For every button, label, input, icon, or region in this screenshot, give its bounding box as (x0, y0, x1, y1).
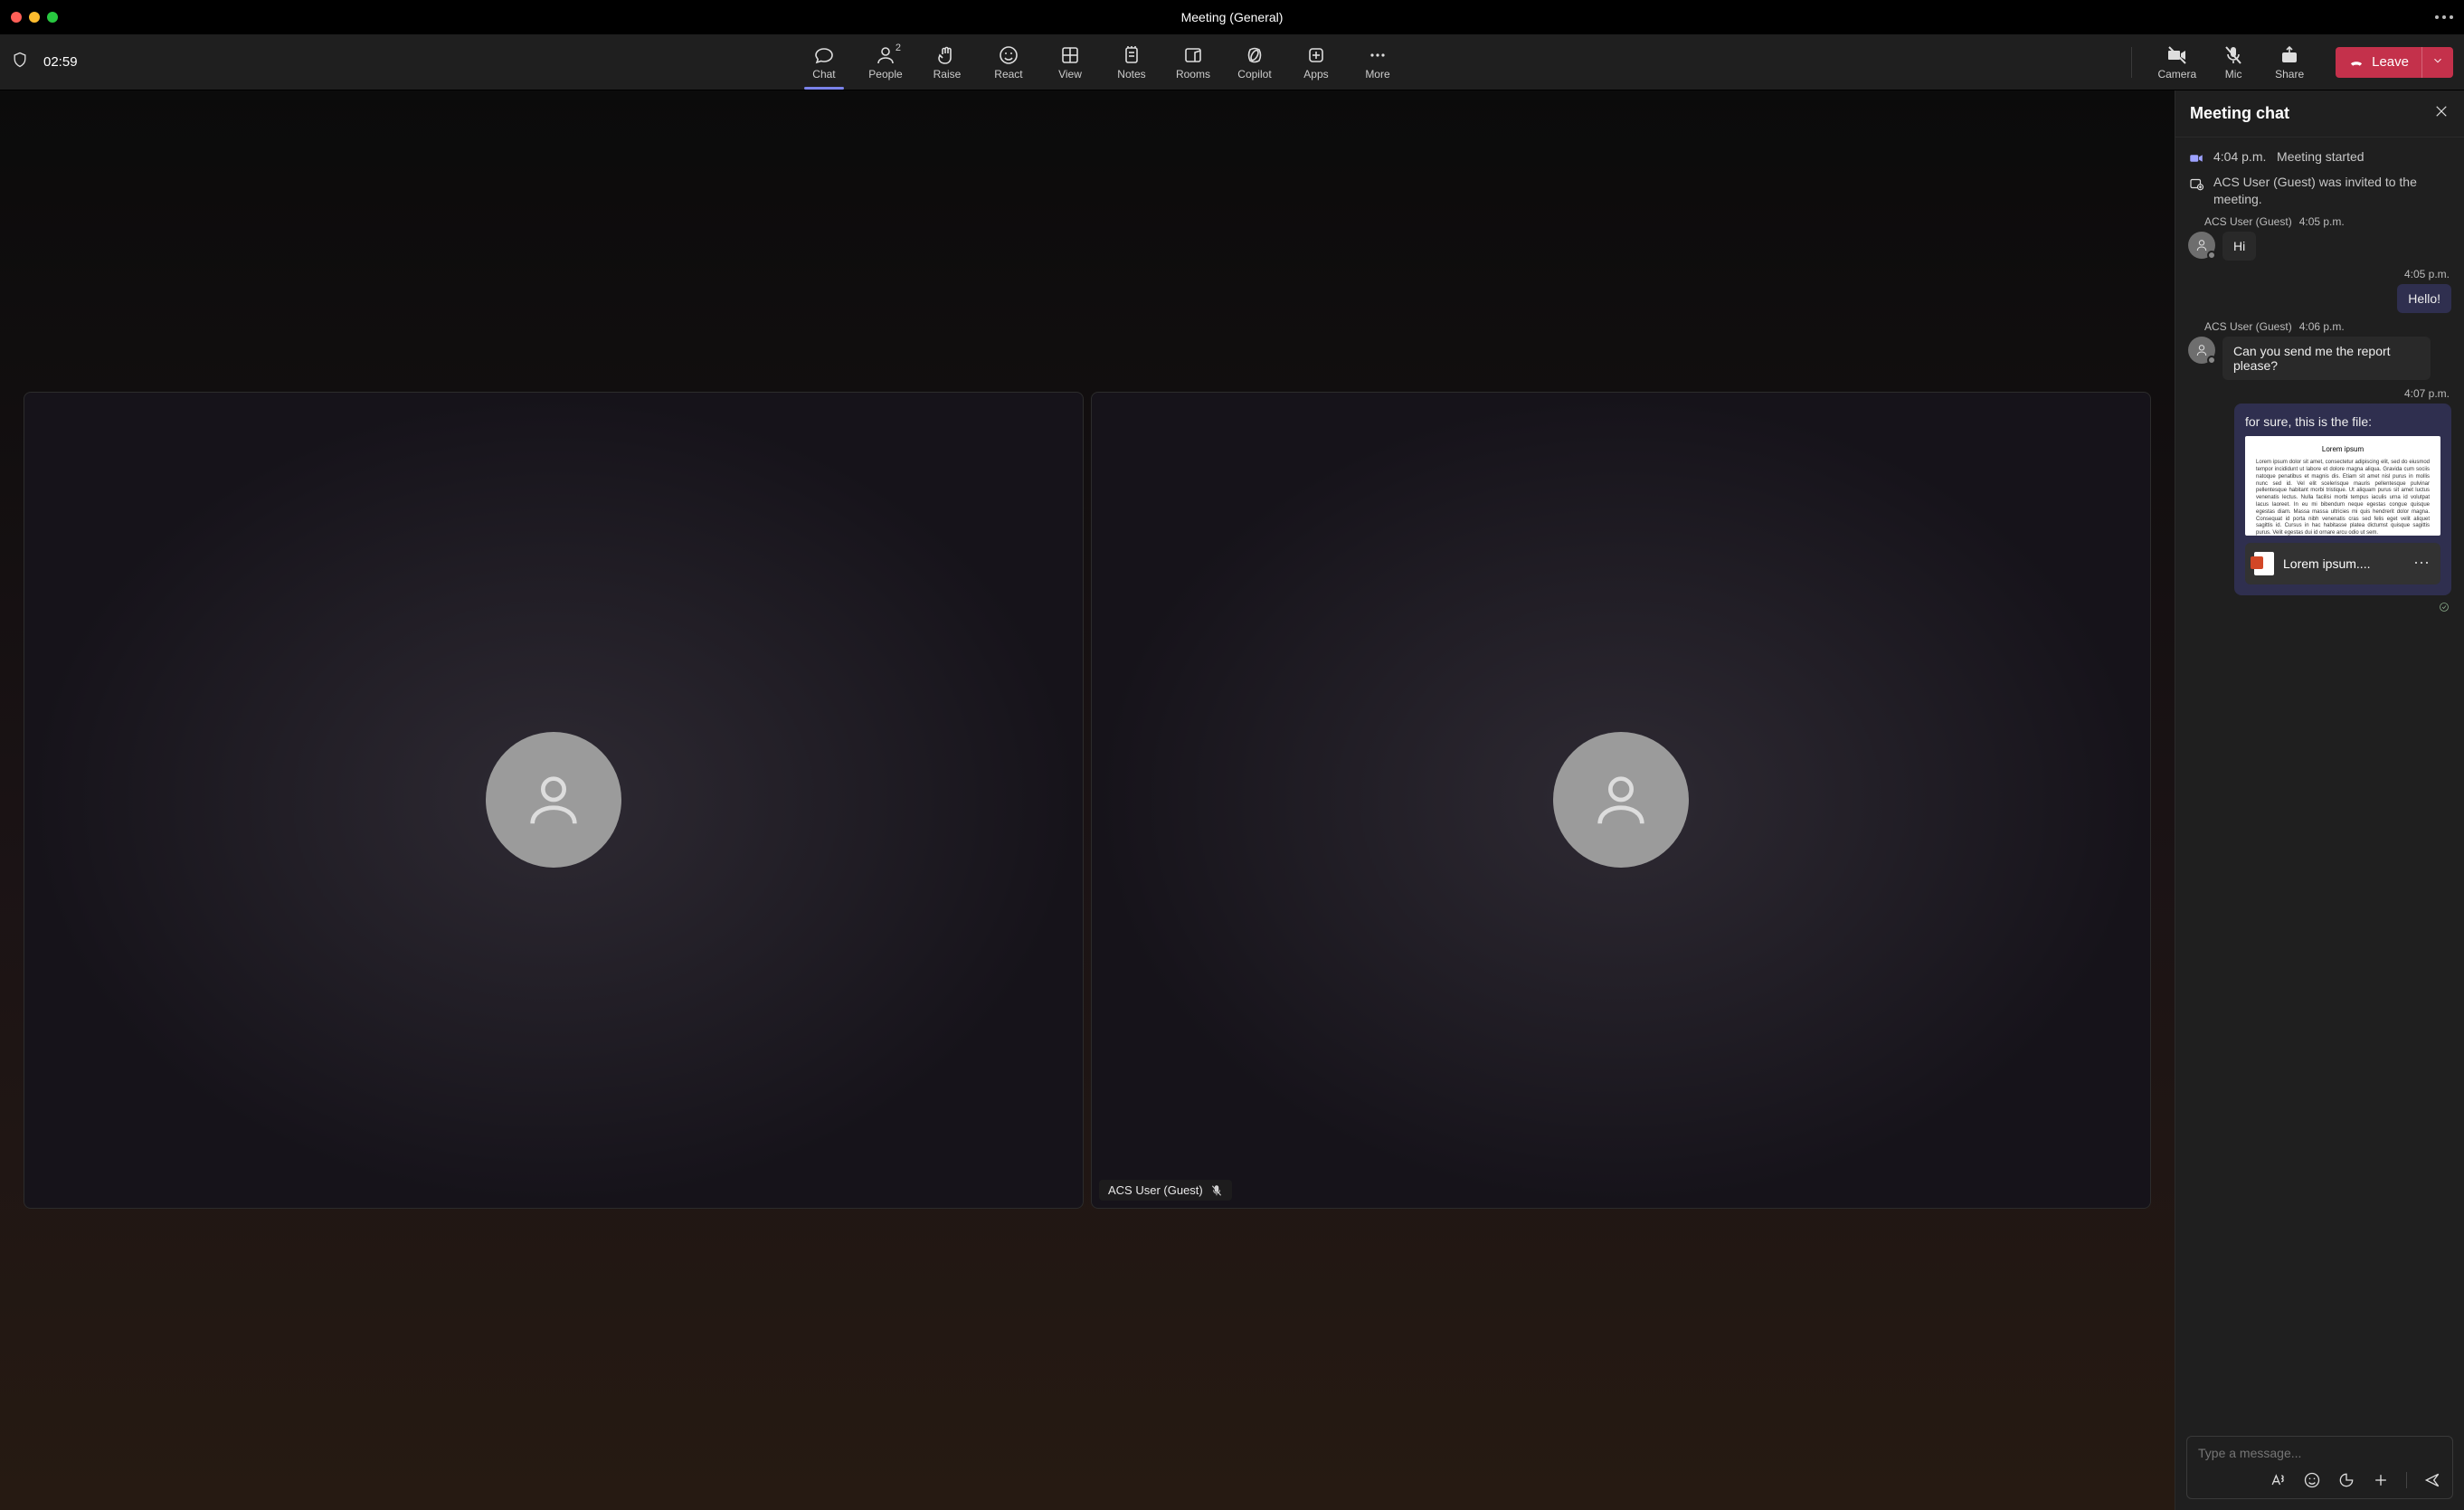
copilot-label: Copilot (1237, 68, 1271, 81)
people-label: People (868, 68, 902, 81)
minimize-window-button[interactable] (29, 12, 40, 23)
message-header: ACS User (Guest)4:06 p.m. (2204, 320, 2451, 333)
video-stage: ACS User (Guest) (0, 90, 2175, 1510)
toolbar-separator (2131, 47, 2132, 78)
share-button[interactable]: Share (2270, 44, 2308, 81)
view-label: View (1058, 68, 1082, 81)
raise-hand-icon (936, 44, 958, 66)
chat-button[interactable]: Chat (805, 44, 843, 81)
shield-icon[interactable] (11, 51, 29, 73)
share-label: Share (2275, 68, 2304, 81)
message-timestamp: 4:05 p.m. (2188, 268, 2450, 280)
copilot-icon (1244, 44, 1265, 66)
chat-message-self[interactable]: Hello! (2397, 284, 2451, 313)
avatar-placeholder-icon (1553, 732, 1689, 868)
chat-message-list[interactable]: 4:04 p.m. Meeting started ACS User (Gues… (2175, 138, 2464, 1427)
emoji-button[interactable] (2303, 1471, 2321, 1489)
apps-icon (1305, 44, 1327, 66)
participant-name: ACS User (Guest) (1108, 1183, 1203, 1197)
meeting-timer: 02:59 (43, 54, 78, 70)
file-attachment[interactable]: Lorem ipsum.... ⋯ (2245, 543, 2440, 584)
loop-button[interactable] (2337, 1471, 2355, 1489)
more-icon (1367, 44, 1388, 66)
close-chat-button[interactable] (2433, 103, 2450, 124)
meeting-started-icon (2188, 150, 2204, 166)
camera-button[interactable]: Camera (2157, 44, 2196, 81)
mic-button[interactable]: Mic (2214, 44, 2252, 81)
send-button[interactable] (2423, 1471, 2441, 1489)
chat-panel: Meeting chat 4:04 p.m. Meeting started A… (2175, 90, 2464, 1510)
chat-label: Chat (812, 68, 835, 81)
notes-icon (1121, 44, 1142, 66)
message-header: ACS User (Guest)4:05 p.m. (2204, 215, 2451, 228)
chat-icon (813, 44, 835, 66)
message-composer (2175, 1427, 2464, 1510)
titlebar-more-button[interactable] (2435, 15, 2453, 19)
system-message: 4:04 p.m. Meeting started (2213, 148, 2364, 166)
chat-message[interactable]: Can you send me the report please? (2222, 337, 2431, 380)
invited-icon (2188, 176, 2204, 192)
chat-message-self-file[interactable]: for sure, this is the file: Lorem ipsum … (2234, 404, 2451, 595)
window-title: Meeting (General) (1181, 10, 1284, 24)
mic-label: Mic (2225, 68, 2242, 81)
powerpoint-file-icon (2254, 552, 2274, 575)
camera-label: Camera (2157, 68, 2196, 81)
sender-avatar-icon (2188, 337, 2215, 364)
apps-button[interactable]: Apps (1297, 44, 1335, 81)
raise-hand-button[interactable]: Raise (928, 44, 966, 81)
camera-off-icon (2166, 44, 2188, 66)
more-label: More (1365, 68, 1389, 81)
maximize-window-button[interactable] (47, 12, 58, 23)
sender-avatar-icon (2188, 232, 2215, 259)
message-text: for sure, this is the file: (2245, 414, 2440, 429)
notes-button[interactable]: Notes (1113, 44, 1151, 81)
view-icon (1059, 44, 1081, 66)
chat-message[interactable]: Hi (2222, 232, 2256, 261)
react-label: React (994, 68, 1022, 81)
leave-button[interactable]: Leave (2336, 47, 2421, 78)
share-icon (2279, 44, 2300, 66)
chat-panel-title: Meeting chat (2190, 104, 2289, 123)
people-button[interactable]: 2 People (867, 44, 905, 81)
rooms-icon (1182, 44, 1204, 66)
format-button[interactable] (2269, 1471, 2287, 1489)
mic-muted-icon (1210, 1184, 1223, 1197)
system-message: ACS User (Guest) was invited to the meet… (2213, 174, 2451, 208)
more-button[interactable]: More (1359, 44, 1397, 81)
notes-label: Notes (1117, 68, 1145, 81)
apps-label: Apps (1303, 68, 1328, 81)
file-preview[interactable]: Lorem ipsum Lorem ipsum dolor sit amet, … (2245, 436, 2440, 536)
participant-tile-guest[interactable]: ACS User (Guest) (1091, 392, 2151, 1209)
copilot-button[interactable]: Copilot (1236, 44, 1274, 81)
message-timestamp: 4:07 p.m. (2188, 387, 2450, 400)
composer-separator (2406, 1472, 2407, 1488)
file-more-button[interactable]: ⋯ (2413, 554, 2431, 573)
avatar-placeholder-icon (486, 732, 621, 868)
react-button[interactable]: React (990, 44, 1028, 81)
close-window-button[interactable] (11, 12, 22, 23)
participant-tile-self[interactable] (24, 392, 1084, 1209)
react-icon (998, 44, 1019, 66)
raise-label: Raise (933, 68, 962, 81)
message-input[interactable] (2198, 1446, 2441, 1460)
people-icon (875, 44, 896, 66)
rooms-button[interactable]: Rooms (1174, 44, 1212, 81)
participant-name-plate: ACS User (Guest) (1099, 1180, 1232, 1201)
view-button[interactable]: View (1051, 44, 1089, 81)
mic-off-icon (2222, 44, 2244, 66)
file-name: Lorem ipsum.... (2283, 556, 2404, 571)
attach-button[interactable] (2372, 1471, 2390, 1489)
leave-caret-button[interactable] (2421, 47, 2453, 78)
titlebar: Meeting (General) (0, 0, 2464, 34)
sent-indicator-icon (2188, 601, 2450, 615)
people-count-badge: 2 (896, 43, 901, 53)
rooms-label: Rooms (1176, 68, 1210, 81)
window-controls (11, 12, 58, 23)
leave-label: Leave (2372, 54, 2409, 70)
meeting-toolbar: 02:59 Chat 2 People Raise React V (0, 34, 2464, 90)
